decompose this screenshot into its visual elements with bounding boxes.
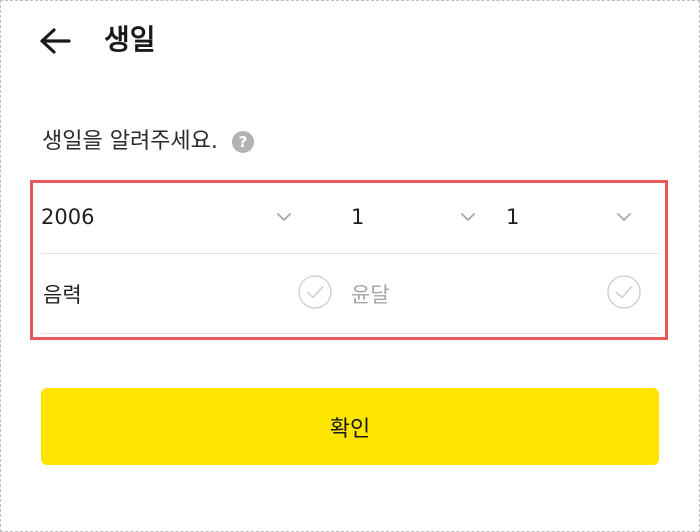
lunar-label: 음력: [43, 283, 82, 307]
chevron-down-icon: [617, 213, 631, 221]
question-circle-icon[interactable]: ?: [231, 131, 254, 153]
chevron-down-icon: [461, 213, 475, 221]
year-value: 2006: [41, 204, 95, 229]
chevron-down-icon: [277, 213, 291, 221]
help-glyph: ?: [238, 133, 248, 151]
arrow-left-icon: [40, 28, 71, 54]
check-circle-icon[interactable]: [297, 274, 333, 310]
prompt: 생일을 알려주세요. ?: [42, 126, 254, 158]
day-select[interactable]: 1: [495, 180, 659, 254]
month-value: 1: [351, 204, 365, 229]
day-value: 1: [506, 204, 520, 229]
header: 생일: [0, 0, 700, 80]
year-select[interactable]: 2006: [41, 180, 305, 254]
page-title: 생일: [104, 23, 156, 56]
confirm-button[interactable]: 확인: [41, 388, 659, 465]
leap-month-label: 윤달: [351, 283, 390, 307]
calendar-options-row: [41, 260, 659, 334]
month-select[interactable]: 1: [305, 180, 495, 254]
back-button[interactable]: [34, 22, 76, 60]
prompt-text: 생일을 알려주세요.: [42, 129, 218, 154]
check-circle-icon[interactable]: [606, 274, 642, 310]
